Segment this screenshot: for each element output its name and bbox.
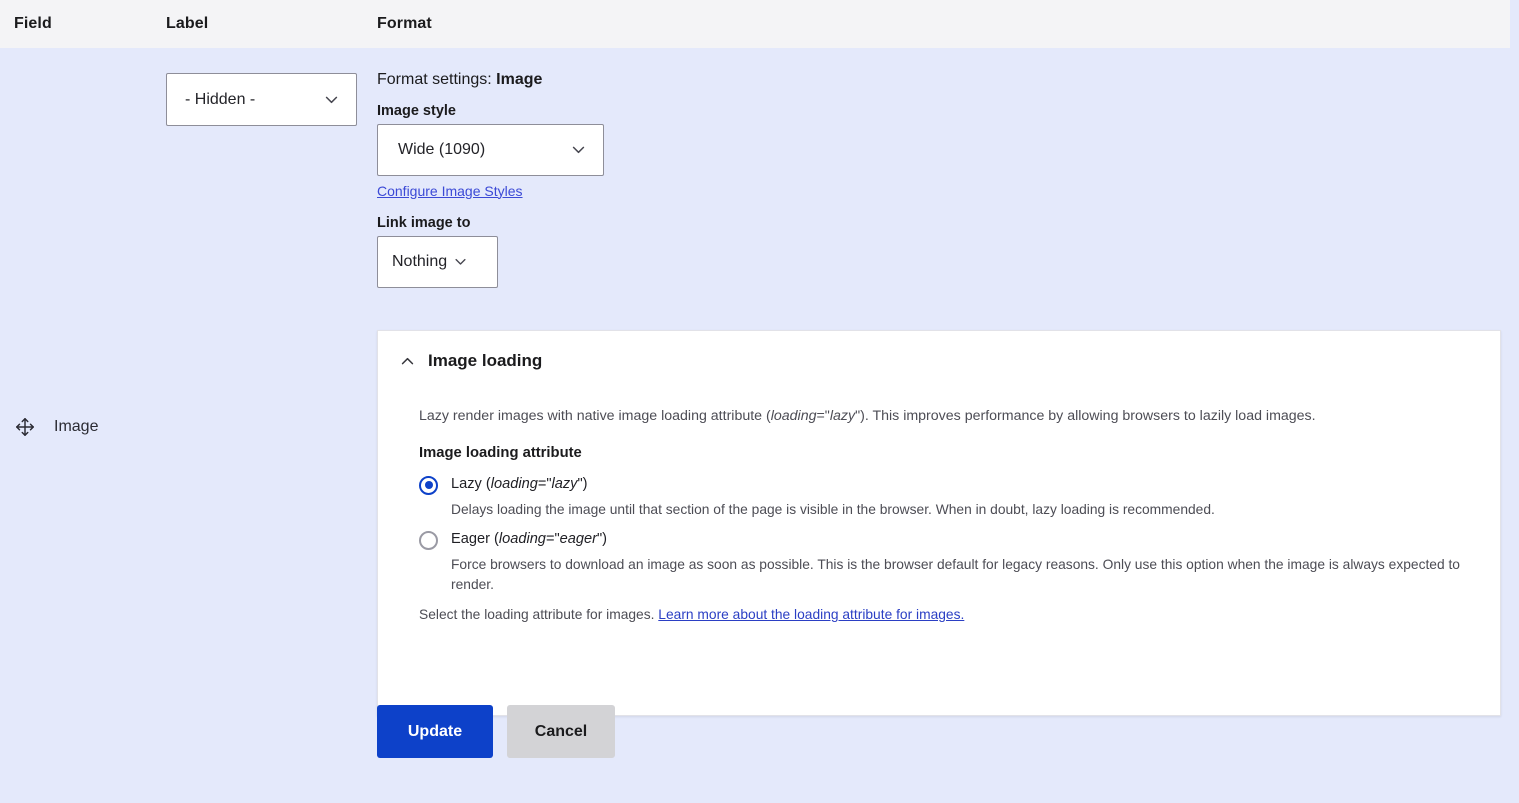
image-loading-summary-label: Image loading: [428, 351, 543, 370]
configure-image-styles-link[interactable]: Configure Image Styles: [377, 183, 523, 199]
form-actions: Update Cancel: [377, 705, 615, 758]
chevron-down-icon: [570, 141, 587, 158]
column-header-field: Field: [14, 15, 52, 32]
radio-eager-mid: =": [545, 531, 560, 548]
chevron-up-icon: [399, 353, 416, 370]
radio-lazy-em-loading: loading: [490, 475, 538, 492]
cancel-button[interactable]: Cancel: [507, 705, 615, 758]
image-loading-description: Lazy render images with native image loa…: [419, 406, 1476, 427]
image-style-label: Image style: [377, 102, 456, 119]
field-table-header: Field Label Format: [0, 0, 1510, 48]
radio-option-eager[interactable]: Eager (loading="eager"): [419, 530, 1476, 551]
radio-option-lazy[interactable]: Lazy (loading="lazy"): [419, 475, 1476, 495]
image-style-select[interactable]: Wide (1090): [377, 123, 604, 176]
desc-part-1: Lazy render images with native image loa…: [419, 408, 771, 424]
field-name-label: Image: [54, 418, 99, 435]
column-header-label: Label: [166, 15, 209, 32]
chevron-down-icon: [453, 254, 468, 269]
desc-part-3: "). This improves performance by allowin…: [855, 408, 1316, 424]
link-image-to-select[interactable]: Nothing: [377, 235, 498, 288]
radio-eager-label: Eager (loading="eager"): [451, 530, 607, 548]
radio-eager-em-value: eager: [559, 531, 597, 548]
radio-eager-end: "): [596, 531, 608, 548]
image-loading-attribute-label: Image loading attribute: [419, 444, 582, 461]
label-display-select-value: - Hidden -: [185, 90, 256, 108]
desc-part-2: =": [816, 408, 830, 424]
radio-lazy-em-value: lazy: [551, 475, 578, 492]
radio-eager-text: Eager (: [451, 531, 499, 548]
image-loading-content: Lazy render images with native image loa…: [378, 371, 1500, 622]
link-image-to-label: Link image to: [377, 214, 471, 231]
label-display-select[interactable]: - Hidden -: [166, 73, 357, 126]
format-settings-target: Image: [496, 71, 543, 88]
column-header-format: Format: [377, 15, 432, 32]
radio-lazy-text: Lazy (: [451, 475, 491, 492]
radio-eager-em-loading: loading: [498, 531, 546, 548]
desc-em-loading: loading: [770, 408, 817, 424]
image-loading-summary[interactable]: Image loading: [378, 331, 1500, 371]
radio-lazy-mid: =": [537, 475, 552, 492]
chevron-down-icon: [323, 91, 340, 108]
format-settings-heading: Format settings: Image: [377, 71, 1501, 89]
radio-eager-description: Force browsers to download an image as s…: [451, 557, 1460, 592]
radio-lazy-end: "): [577, 475, 588, 492]
image-style-select-value: Wide (1090): [398, 140, 486, 158]
image-loading-details: Image loading Lazy render images with na…: [377, 330, 1501, 716]
field-cell: Image: [14, 416, 98, 438]
move-handle-icon[interactable]: [14, 416, 36, 438]
desc-em-lazy: lazy: [829, 408, 856, 424]
link-image-to-select-value: Nothing: [392, 252, 448, 270]
radio-lazy-input[interactable]: [419, 475, 438, 495]
learn-more-link[interactable]: Learn more about the loading attribute f…: [658, 607, 964, 622]
update-button[interactable]: Update: [377, 705, 493, 758]
image-loading-final-note: Select the loading attribute for images.…: [419, 607, 1476, 622]
format-settings-cell: Format settings: Image Image style Wide …: [377, 71, 1501, 288]
final-note-text: Select the loading attribute for images.: [419, 607, 659, 623]
field-row-image: Image - Hidden - Format settings: Image …: [0, 48, 1519, 803]
radio-lazy-description: Delays loading the image until that sect…: [451, 501, 1215, 517]
format-settings-prefix: Format settings:: [377, 71, 497, 88]
radio-eager-input[interactable]: [419, 531, 438, 551]
radio-lazy-label: Lazy (loading="lazy"): [451, 475, 588, 493]
